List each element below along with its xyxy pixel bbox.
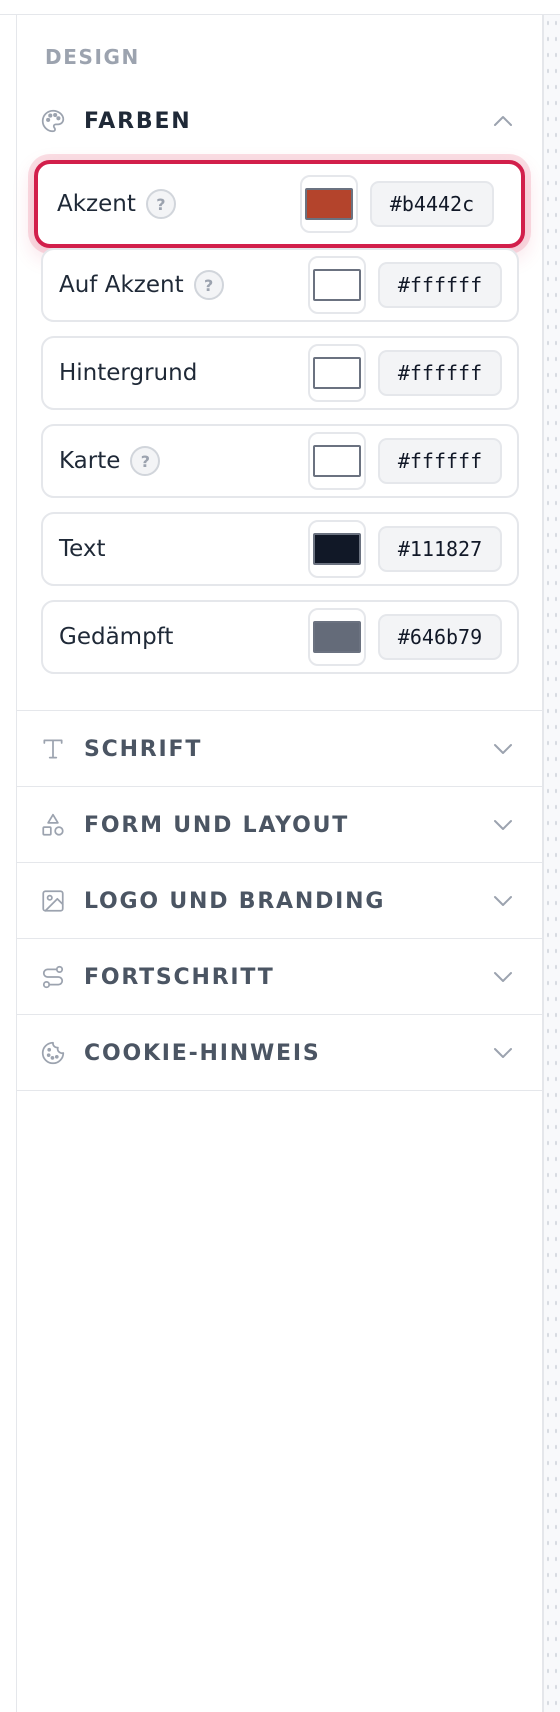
chevron-down-icon[interactable] [492, 738, 514, 760]
color-label: Auf Akzent [59, 272, 184, 298]
group-farben-header[interactable]: FARBEN [17, 83, 542, 159]
hex-input[interactable]: #ffffff [378, 438, 502, 484]
color-swatch [313, 533, 361, 565]
image-icon [39, 887, 67, 915]
color-row-text[interactable]: Text #111827 [41, 512, 519, 586]
color-label: Hintergrund [59, 360, 198, 386]
group-schrift-header[interactable]: SCHRIFT [17, 711, 542, 787]
hex-input[interactable]: #646b79 [378, 614, 502, 660]
group-schrift-title: SCHRIFT [84, 736, 203, 762]
color-row-akzent[interactable]: Akzent? #b4442c [34, 160, 525, 248]
chevron-up-icon[interactable] [492, 110, 514, 132]
color-row-hintergrund[interactable]: Hintergrund #ffffff [41, 336, 519, 410]
color-row-gedaempft[interactable]: Gedämpft #646b79 [41, 600, 519, 674]
hex-input[interactable]: #ffffff [378, 350, 502, 396]
group-fortschritt-title: FORTSCHRITT [84, 964, 275, 990]
chevron-down-icon[interactable] [492, 814, 514, 836]
color-swatch [305, 188, 353, 220]
color-row-auf-akzent[interactable]: Auf Akzent? #ffffff [41, 248, 519, 322]
color-picker-button[interactable] [308, 432, 366, 490]
color-label: Text [59, 536, 106, 562]
help-icon[interactable]: ? [193, 270, 224, 300]
group-form-title: FORM UND LAYOUT [84, 812, 350, 838]
help-icon[interactable]: ? [145, 189, 176, 219]
group-fortschritt-header[interactable]: FORTSCHRITT [17, 939, 542, 1015]
type-icon [39, 735, 67, 763]
canvas-background [543, 15, 560, 1712]
color-swatch [313, 445, 361, 477]
group-form-header[interactable]: FORM UND LAYOUT [17, 787, 542, 863]
color-swatch [313, 621, 361, 653]
group-logo-header[interactable]: LOGO UND BRANDING [17, 863, 542, 939]
color-label: Akzent [57, 191, 136, 217]
hex-input[interactable]: #b4442c [370, 181, 494, 227]
chevron-down-icon[interactable] [492, 966, 514, 988]
color-swatch [313, 357, 361, 389]
top-border [0, 0, 560, 15]
group-logo-title: LOGO UND BRANDING [84, 888, 386, 914]
color-label: Karte [59, 448, 121, 474]
color-label: Gedämpft [59, 624, 174, 650]
color-row-karte[interactable]: Karte? #ffffff [41, 424, 519, 498]
color-picker-button[interactable] [300, 175, 358, 233]
hex-input[interactable]: #ffffff [378, 262, 502, 308]
chevron-down-icon[interactable] [492, 890, 514, 912]
design-panel: DESIGN FARBEN Akzent? #b4442c Auf Akzent… [16, 15, 543, 1712]
group-cookie-header[interactable]: COOKIE-HINWEIS [17, 1015, 542, 1091]
shapes-icon [39, 811, 67, 839]
group-cookie-title: COOKIE-HINWEIS [84, 1040, 321, 1066]
color-picker-button[interactable] [308, 256, 366, 314]
color-picker-button[interactable] [308, 608, 366, 666]
cookie-icon [39, 1039, 67, 1067]
hex-input[interactable]: #111827 [378, 526, 502, 572]
chevron-down-icon[interactable] [492, 1042, 514, 1064]
divider [17, 1090, 542, 1091]
help-icon[interactable]: ? [130, 446, 161, 476]
group-farben-title: FARBEN [84, 108, 192, 134]
route-icon [39, 963, 67, 991]
color-picker-button[interactable] [308, 520, 366, 578]
color-swatch [313, 269, 361, 301]
palette-icon [39, 107, 67, 135]
section-label: DESIGN [45, 45, 140, 69]
color-picker-button[interactable] [308, 344, 366, 402]
